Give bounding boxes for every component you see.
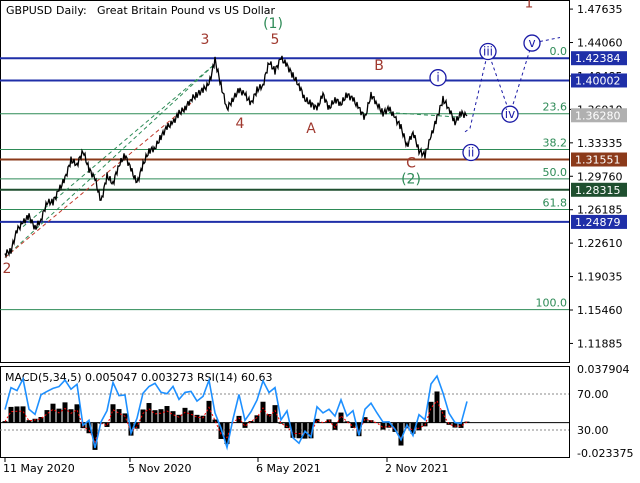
time-axis: 11 May 2020 5 Nov 2020 6 May 2021 2 Nov 202…: [3, 458, 448, 475]
fib-label: 38.2: [543, 137, 568, 150]
wave-label: 3: [201, 32, 210, 48]
forecast-wave-label: iv: [505, 107, 515, 121]
wave-label: C: [406, 155, 416, 171]
fib-label: 23.6: [543, 101, 568, 114]
macd-histogram-bar: [111, 404, 116, 422]
chart-description: Great Britain Pound vs US Dollar: [97, 4, 276, 17]
level-price-tag-text: 1.42384: [575, 52, 621, 65]
macd-histogram-bar: [201, 416, 206, 423]
price-axis-label: 1.47635: [577, 3, 623, 16]
macd-histogram-bar: [177, 415, 182, 423]
macd-histogram-bar: [285, 423, 290, 428]
chart-timeframe: Daily:: [56, 4, 87, 17]
wave-label: 4: [236, 116, 245, 132]
macd-histogram-bar: [15, 406, 20, 422]
time-axis-label: 11 May 2020: [3, 462, 75, 475]
macd-histogram-bar: [183, 408, 188, 423]
wave-label: 2: [3, 261, 12, 277]
price-axis-label: 1.26185: [577, 204, 623, 217]
level-price-tag-text: 1.28315: [575, 184, 621, 197]
time-axis-label: 6 May 2021: [256, 462, 321, 475]
macd-histogram-bar: [435, 391, 440, 422]
macd-histogram-bar: [165, 406, 170, 423]
macd-histogram-bar: [57, 409, 62, 423]
macd-histogram-bar: [69, 409, 74, 422]
fib-label: 0.0: [550, 45, 568, 58]
chart-root: GBPUSD Daily: Great Britain Pound vs US …: [0, 0, 640, 480]
price-axis-label: 1.11885: [577, 337, 623, 350]
wave-label: (1): [263, 16, 283, 32]
price-axis-label: 1.22610: [577, 237, 623, 250]
forecast-wave-label: i: [436, 71, 439, 85]
chart-canvas: GBPUSD Daily: Great Britain Pound vs US …: [0, 0, 640, 480]
forecast-wave-label: ii: [468, 146, 475, 160]
macd-histogram-bar: [333, 423, 338, 430]
chart-symbol: GBPUSD: [6, 4, 52, 17]
fib-label: 100.0: [536, 297, 568, 310]
level-price-tag-text: 1.31551: [575, 154, 621, 167]
macd-histogram-bar: [75, 404, 80, 422]
fib-label: 50.0: [543, 166, 568, 179]
macd-histogram-bar: [21, 406, 26, 422]
macd-histogram-bar: [63, 402, 68, 422]
macd-histogram-bar: [189, 410, 194, 422]
indicator-axis-label: 0.037904: [577, 363, 630, 376]
indicator-axis-label: -0.023375: [577, 447, 633, 460]
macd-histogram-bar: [171, 411, 176, 423]
price-axis-label: 1.29760: [577, 170, 623, 183]
wave-label: (2): [401, 171, 421, 187]
forecast-wave-label: v: [528, 36, 535, 50]
price-axis-label: 1.33335: [577, 137, 623, 150]
macd-histogram-bar: [33, 419, 38, 423]
time-axis-label: 5 Nov 2020: [128, 462, 191, 475]
price-axis: 1.476351.440601.404851.369101.333351.297…: [569, 3, 627, 350]
macd-histogram-bar: [417, 423, 422, 431]
macd-histogram-bar: [141, 409, 146, 422]
macd-histogram-bar: [279, 423, 284, 424]
time-axis-label: 2 Nov 2021: [385, 462, 448, 475]
macd-histogram-bar: [261, 402, 266, 423]
wave-label: A: [306, 121, 316, 137]
macd-histogram-bar: [159, 409, 164, 422]
level-price-tag-text: 1.24879: [575, 216, 621, 229]
price-axis-label: 1.15460: [577, 304, 623, 317]
indicator-axis-label: 70.00: [577, 388, 609, 401]
price-axis-label: 1.19035: [577, 271, 623, 284]
wave-label: B: [374, 58, 384, 74]
current-price-tag-text: 1.36280: [575, 109, 621, 122]
wave-label: 5: [271, 32, 280, 48]
price-axis-label: 1.44060: [577, 37, 623, 50]
macd-histogram-bar: [237, 416, 242, 423]
forecast-wave-label: iii: [483, 45, 493, 59]
macd-histogram-bar: [147, 403, 152, 423]
macd-histogram-bar: [255, 415, 260, 422]
level-price-tag-text: 1.40002: [575, 74, 621, 87]
macd-histogram-bar: [297, 423, 302, 439]
fib-label: 61.8: [543, 197, 568, 210]
indicator-axis-label: 30.00: [577, 424, 609, 437]
macd-histogram-bar: [51, 404, 56, 423]
macd-histogram-bar: [213, 420, 218, 423]
macd-histogram-bar: [117, 409, 122, 423]
macd-histogram-bar: [123, 413, 128, 422]
wave-label: 1: [525, 0, 534, 12]
indicator-title: MACD(5,34,5) 0.005047 0.003273 RSI(14) 6…: [5, 371, 272, 384]
